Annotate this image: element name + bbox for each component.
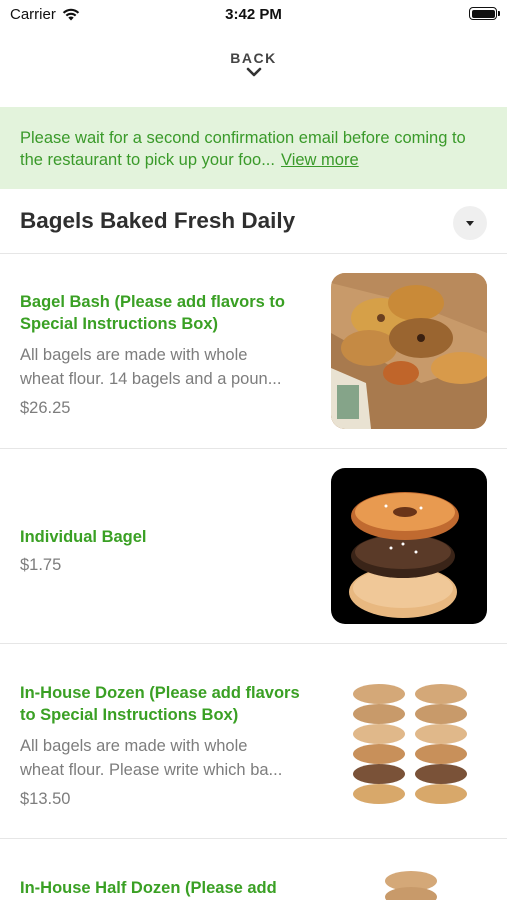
chevron-down-icon bbox=[246, 67, 261, 77]
menu-item-description: All bagels are made with whole wheat flo… bbox=[20, 343, 312, 391]
notice-banner: Please wait for a second confirmation em… bbox=[0, 107, 507, 189]
menu-item-description-line: All bagels are made with whole bbox=[20, 737, 248, 755]
back-button[interactable]: BACK bbox=[0, 50, 507, 77]
menu-item-description-line: wheat flour. Please write which ba... bbox=[20, 761, 283, 779]
caret-down-icon bbox=[466, 220, 474, 226]
status-time: 3:42 PM bbox=[225, 6, 282, 23]
back-label: BACK bbox=[230, 50, 277, 66]
section-collapse-button[interactable] bbox=[453, 206, 487, 240]
menu-item-price: $26.25 bbox=[20, 399, 71, 417]
section-header: Bagels Baked Fresh Daily bbox=[0, 190, 507, 254]
menu-item[interactable]: In-House Half Dozen (Please add bbox=[0, 839, 507, 900]
menu-item-name: In-House Half Dozen (Please add bbox=[20, 879, 277, 897]
menu-item[interactable]: Bagel Bash (Please add flavors to Specia… bbox=[0, 255, 507, 449]
menu-item-text: Bagel Bash (Please add flavors to Specia… bbox=[20, 291, 312, 418]
menu-item[interactable]: In-House Dozen (Please add flavors to Sp… bbox=[0, 644, 507, 839]
menu-item-name: Bagel Bash (Please add flavors to Specia… bbox=[20, 293, 286, 333]
bagel-half-dozen-image bbox=[331, 859, 487, 900]
menu-item-text: In-House Dozen (Please add flavors to Sp… bbox=[20, 682, 312, 809]
menu-item-text: Individual Bagel $1.75 bbox=[20, 526, 312, 575]
menu-item[interactable]: Individual Bagel $1.75 bbox=[0, 449, 507, 644]
menu-item-description-line: wheat flour. 14 bagels and a poun... bbox=[20, 370, 282, 388]
notice-text: Please wait for a second confirmation em… bbox=[20, 129, 466, 169]
menu-item-description: All bagels are made with whole wheat flo… bbox=[20, 734, 312, 782]
battery-icon bbox=[469, 7, 500, 20]
section-title: Bagels Baked Fresh Daily bbox=[20, 208, 296, 233]
bagel-stack-image bbox=[331, 468, 487, 624]
notice-text-block: Please wait for a second confirmation em… bbox=[20, 127, 487, 171]
menu-item-text: In-House Half Dozen (Please add bbox=[20, 877, 312, 899]
menu-item-description-line: All bagels are made with whole bbox=[20, 346, 248, 364]
menu-item-price: $13.50 bbox=[20, 790, 71, 808]
menu-item-name: In-House Dozen (Please add flavors to Sp… bbox=[20, 684, 300, 724]
status-bar: Carrier 3:42 PM bbox=[0, 0, 507, 28]
bagel-box-image bbox=[331, 273, 487, 429]
bagel-dozen-image bbox=[331, 664, 487, 820]
view-more-link[interactable]: View more bbox=[281, 151, 359, 169]
menu-item-price: $1.75 bbox=[20, 556, 62, 574]
menu-item-name: Individual Bagel bbox=[20, 528, 147, 546]
